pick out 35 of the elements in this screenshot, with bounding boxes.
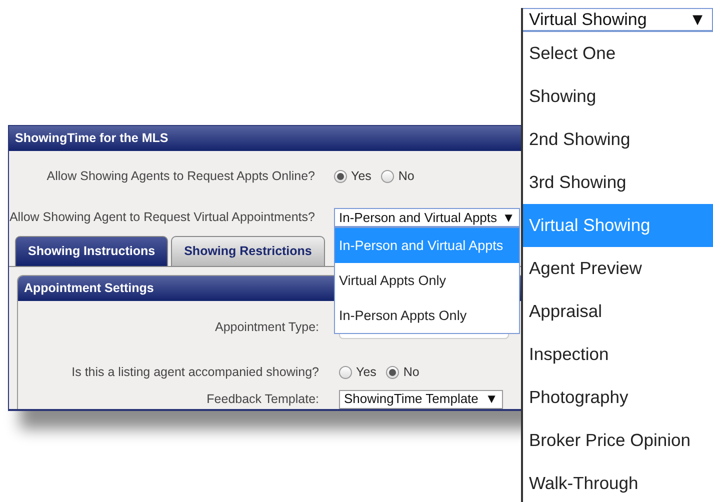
select-value: ShowingTime Template [344, 390, 478, 408]
tab[interactable]: Showing Instructions [15, 236, 168, 266]
dropdown-option[interactable]: Appraisal [523, 290, 713, 333]
dropdown-option[interactable]: Virtual Appts Only [335, 262, 519, 298]
field-label: Is this a listing agent accompanied showing? [70, 364, 319, 381]
caret-icon: ▼ [689, 6, 706, 32]
dropdown-option[interactable]: Agent Preview [523, 247, 713, 290]
radio-button[interactable] [334, 170, 347, 183]
tab[interactable]: Showing Restrictions [171, 236, 325, 266]
select-field[interactable]: In-Person and Virtual Appts ▼ [334, 208, 520, 227]
radio-button[interactable] [339, 366, 352, 379]
select-field[interactable]: ShowingTime Template ▼ [339, 390, 503, 408]
field-label: Appointment Type: [214, 319, 319, 336]
dropdown-option[interactable]: Photography [523, 376, 713, 419]
caret-icon: ▼ [485, 389, 498, 409]
dropdown-option[interactable]: Broker Price Opinion [523, 419, 713, 462]
dropdown-option[interactable]: 3rd Showing [523, 161, 713, 204]
radio-label: Yes [356, 364, 376, 381]
dropdown-option[interactable]: Inspection [523, 333, 713, 376]
select-value: Virtual Showing [529, 8, 647, 31]
field-label: Feedback Template: [206, 390, 319, 408]
field-label: Allow Showing Agent to Request Virtual Appointments? [9, 208, 315, 226]
dropdown-option[interactable]: Showing [523, 75, 713, 118]
field-label: Allow Showing Agents to Request Appts Online? [46, 168, 315, 185]
caret-icon: ▼ [502, 208, 515, 227]
select-field[interactable]: Virtual Showing ▼ [523, 8, 713, 31]
radio-label: No [403, 364, 420, 381]
dropdown-option[interactable]: Select One [523, 32, 713, 75]
dropdown-option[interactable]: In-Person Appts Only [335, 298, 519, 333]
radio-label: Yes [351, 168, 372, 185]
dropdown-option[interactable]: Walk-Through [523, 462, 713, 502]
select-value: In-Person and Virtual Appts [339, 208, 498, 227]
radio-label: No [398, 168, 414, 185]
radio-button[interactable] [386, 366, 400, 379]
radio-button[interactable] [381, 170, 394, 183]
